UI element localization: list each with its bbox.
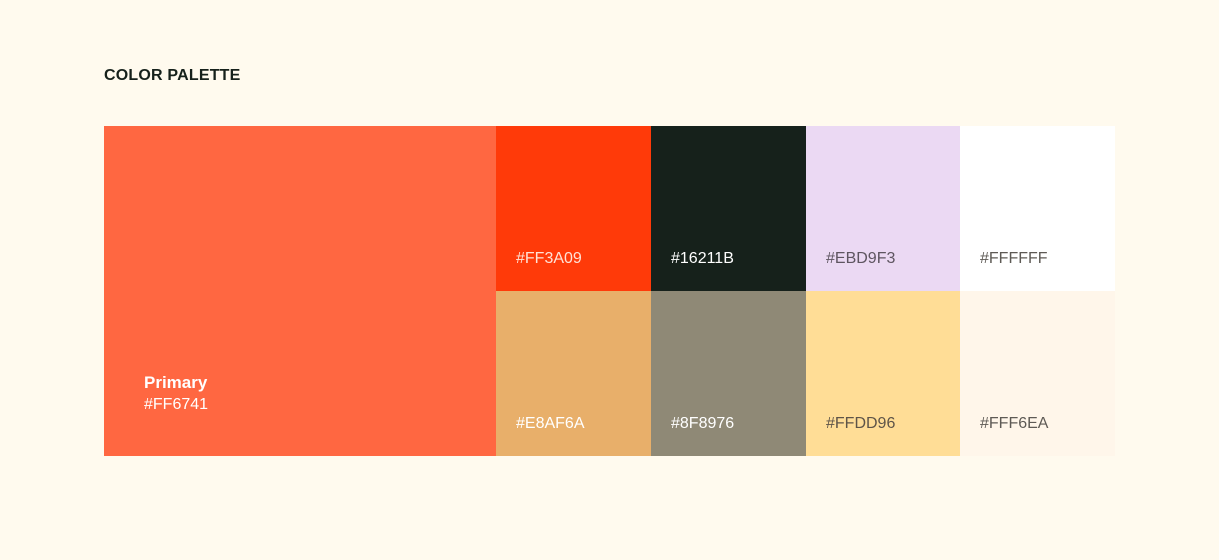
primary-swatch-hex: #FF6741 [144,396,209,413]
swatch-hex: #8F8976 [671,415,735,432]
swatch-hex: #FF3A09 [516,250,582,267]
swatch-8f8976[interactable]: #8F8976 [651,291,806,456]
swatch-hex: #FFF6EA [980,415,1049,432]
swatch-hex: #FFDD96 [826,415,896,432]
swatch-fff6ea[interactable]: #FFF6EA [960,291,1115,456]
swatch-hex: #EBD9F3 [826,250,896,267]
color-palette: Primary #FF6741 #FF3A09 #16211B #EBD9F3 … [104,126,1115,456]
swatch-ffffff[interactable]: #FFFFFF [960,126,1115,291]
swatch-ebd9f3[interactable]: #EBD9F3 [806,126,961,291]
swatch-hex: #E8AF6A [516,415,585,432]
swatch-ff3a09[interactable]: #FF3A09 [496,126,651,291]
swatch-hex: #FFFFFF [980,250,1048,267]
swatch-e8af6a[interactable]: #E8AF6A [496,291,651,456]
swatch-16211b[interactable]: #16211B [651,126,806,291]
swatch-hex: #16211B [671,250,734,267]
primary-swatch-name: Primary [144,373,208,392]
page-title: COLOR PALETTE [104,67,241,84]
primary-swatch[interactable]: Primary #FF6741 [104,126,496,456]
swatch-ffdd96[interactable]: #FFDD96 [806,291,961,456]
